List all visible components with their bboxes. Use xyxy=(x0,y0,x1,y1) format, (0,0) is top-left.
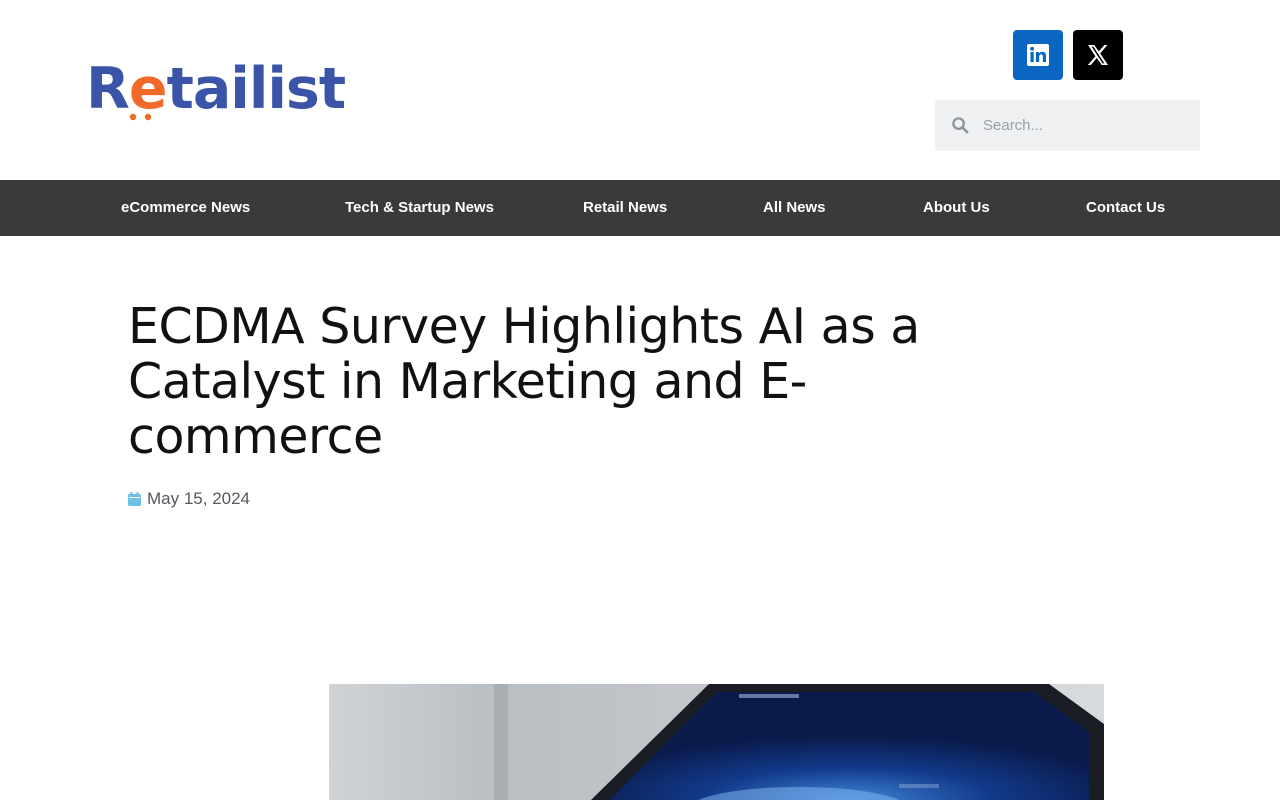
linkedin-icon xyxy=(1027,44,1049,66)
linkedin-link[interactable] xyxy=(1013,30,1063,80)
retailist-logo: Retailist xyxy=(86,56,346,122)
article-hero-image xyxy=(329,684,1104,800)
search-box xyxy=(935,100,1200,151)
nav-item-retail-news[interactable]: Retail News xyxy=(583,180,667,236)
hero-photo-tablet xyxy=(329,684,1104,800)
site-logo[interactable]: Retailist xyxy=(86,56,348,124)
nav-item-tech-startup-news[interactable]: Tech & Startup News xyxy=(345,180,494,236)
article-date: May 15, 2024 xyxy=(147,489,251,508)
site-header: Retailist xyxy=(0,0,1280,180)
nav-item-contact-us[interactable]: Contact Us xyxy=(1086,180,1165,236)
nav-item-about-us[interactable]: About Us xyxy=(923,180,990,236)
x-link[interactable] xyxy=(1073,30,1123,80)
article-title: ECDMA Survey Highlights AI as a Catalyst… xyxy=(128,298,920,465)
x-icon xyxy=(1087,45,1108,65)
nav-item-ecommerce-news[interactable]: eCommerce News xyxy=(121,180,250,236)
search-icon[interactable] xyxy=(951,116,970,135)
search-input[interactable] xyxy=(983,100,1193,151)
nav-item-all-news[interactable]: All News xyxy=(763,180,826,236)
main-nav: eCommerce News Tech & Startup News Retai… xyxy=(0,180,1280,236)
svg-text:Retailist: Retailist xyxy=(86,56,345,122)
article-meta: May 15, 2024 xyxy=(128,488,250,510)
calendar-icon xyxy=(128,492,141,506)
